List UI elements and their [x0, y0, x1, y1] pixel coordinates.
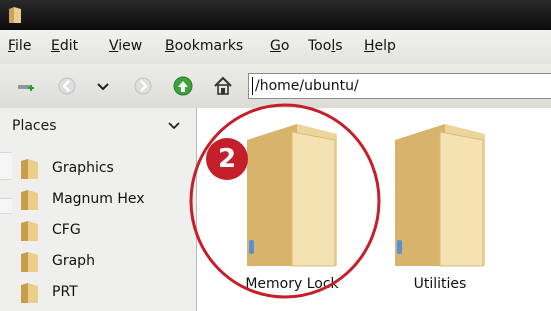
history-dropdown-icon[interactable]	[92, 75, 114, 97]
forward-icon[interactable]	[132, 75, 154, 97]
location-path: /home/ubuntu/	[255, 78, 359, 94]
folder-icon	[21, 252, 38, 272]
location-bar[interactable]: /home/ubuntu/	[248, 73, 551, 99]
sidebar-item-graph[interactable]: Graph	[14, 246, 196, 276]
folder-icon	[21, 221, 38, 241]
places-sidebar: Places Graphics Magnum Hex CFG Graph PRT	[0, 108, 197, 311]
folder-item-utilities[interactable]	[385, 120, 495, 270]
annotation-ellipse	[189, 103, 381, 299]
step-number-badge: 2	[206, 138, 248, 180]
sidebar-item-prt[interactable]: PRT	[14, 277, 196, 307]
large-folder-icon	[395, 124, 485, 267]
menu-edit[interactable]: Edit	[51, 38, 78, 54]
chevron-down-icon[interactable]	[168, 122, 180, 130]
places-label: Places	[12, 118, 57, 134]
places-header[interactable]: Places	[0, 108, 196, 144]
menu-tools[interactable]: Tools	[308, 38, 343, 54]
sidebar-item-graphics[interactable]: Graphics	[14, 153, 196, 183]
app-folder-icon	[9, 7, 21, 23]
background-window-edge	[0, 198, 12, 214]
text-caret	[252, 77, 253, 95]
menu-file[interactable]: File	[8, 38, 31, 54]
sidebar-item-cfg[interactable]: CFG	[14, 215, 196, 245]
sidebar-item-magnum-hex[interactable]: Magnum Hex	[14, 184, 196, 214]
menu-bookmarks[interactable]: Bookmarks	[165, 38, 243, 54]
menu-help[interactable]: Help	[364, 38, 396, 54]
folder-name[interactable]: Utilities	[365, 276, 515, 292]
menu-bar: File Edit View Bookmarks Go Tools Help	[0, 30, 551, 64]
folder-icon	[21, 190, 38, 210]
background-window-edge	[0, 152, 12, 180]
folder-icon	[21, 283, 38, 303]
new-tab-icon[interactable]	[16, 75, 38, 97]
window-titlebar[interactable]	[0, 0, 551, 30]
up-icon[interactable]	[172, 75, 194, 97]
home-icon[interactable]	[212, 75, 234, 97]
menu-view[interactable]: View	[109, 38, 142, 54]
folder-icon	[21, 159, 38, 179]
menu-go[interactable]: Go	[270, 38, 289, 54]
back-icon[interactable]	[56, 75, 78, 97]
